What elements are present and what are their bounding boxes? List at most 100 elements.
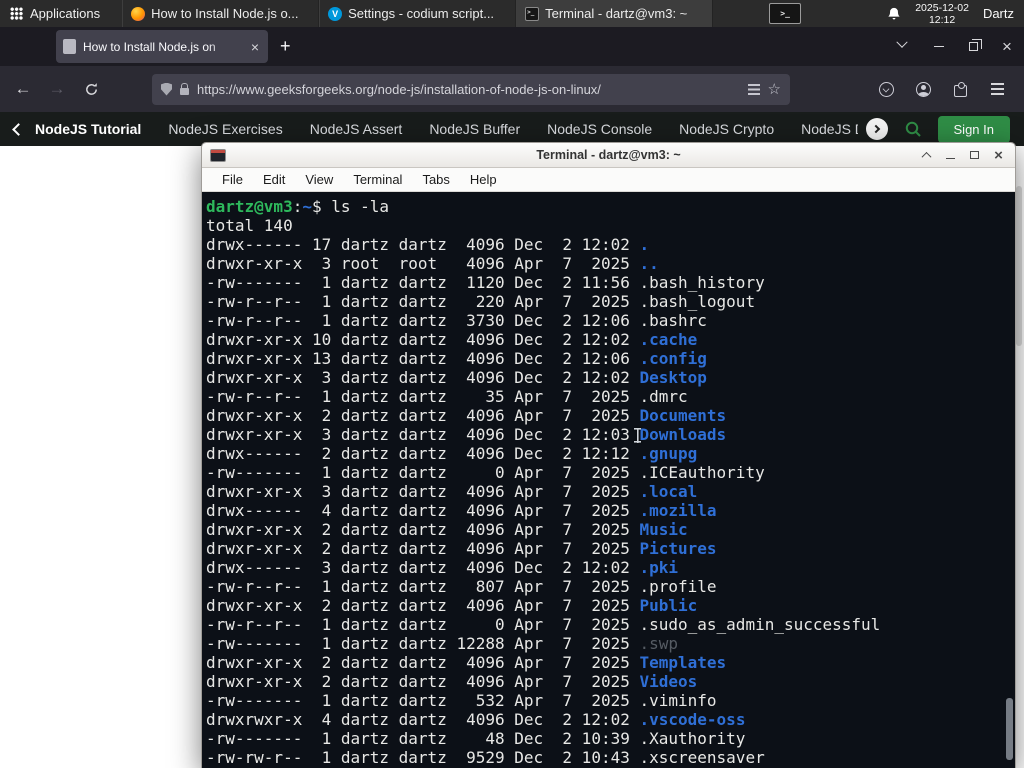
- minimize-button[interactable]: [922, 27, 956, 66]
- panel-window-button-codium[interactable]: V Settings - codium script...: [319, 0, 517, 27]
- codium-icon: V: [328, 6, 343, 21]
- applications-menu[interactable]: Applications: [0, 0, 110, 27]
- menu-button[interactable]: [980, 73, 1014, 105]
- terminal-scrollbar-thumb[interactable]: [1006, 698, 1013, 760]
- terminal-line: total 140: [206, 216, 293, 235]
- terminal-line: dartz@vm3:~$ ls -la: [206, 197, 390, 216]
- terminal-window-controls: ×: [918, 147, 1015, 164]
- terminal-line: drwxr-xr-x 3 dartz dartz 4096 Dec 2 12:0…: [206, 368, 707, 387]
- panel-window-buttons: How to Install Node.js o... V Settings - c…: [122, 0, 714, 27]
- tab-title: How to Install Node.js on: [83, 39, 216, 54]
- terminal-menu-tabs[interactable]: Tabs: [414, 170, 457, 189]
- hamburger-menu-icon: [990, 83, 1004, 95]
- extensions-puzzle-icon: [953, 81, 967, 97]
- notification-bell-button[interactable]: [881, 7, 907, 21]
- minimize-icon: [946, 157, 955, 160]
- site-nav-items: NodeJS Tutorial NodeJS Exercises NodeJS As…: [35, 121, 858, 137]
- terminal-titlebar[interactable]: Terminal - dartz@vm3: ~ ×: [202, 143, 1015, 168]
- new-tab-button[interactable]: +: [268, 36, 303, 57]
- terminal-scrollbar[interactable]: [1005, 194, 1014, 766]
- list-tabs-chevron-icon[interactable]: [896, 36, 908, 48]
- terminal-line: drwxr-xr-x 2 dartz dartz 4096 Apr 7 2025…: [206, 672, 698, 691]
- terminal-output[interactable]: dartz@vm3:~$ ls -la total 140 drwx------ 1…: [202, 192, 1015, 768]
- nav-back-chevron-icon[interactable]: [12, 122, 25, 136]
- site-nav-right: Sign In: [865, 115, 1010, 143]
- reload-icon: [85, 82, 97, 95]
- terminal-minimize-button[interactable]: [942, 147, 959, 164]
- url-text[interactable]: https://www.geeksforgeeks.org/node-js/in…: [197, 82, 740, 97]
- bell-icon: [888, 7, 900, 19]
- panel-username[interactable]: Dartz: [977, 6, 1024, 21]
- terminal-line: -rw------- 1 dartz dartz 48 Dec 2 10:39 …: [206, 729, 746, 748]
- site-nav-item[interactable]: NodeJS Buffer: [429, 121, 520, 137]
- terminal-line: drwx------ 3 dartz dartz 4096 Dec 2 12:0…: [206, 558, 679, 577]
- site-nav-item[interactable]: NodeJS Assert: [310, 121, 403, 137]
- terminal-line: -rw------- 1 dartz dartz 1120 Dec 2 11:5…: [206, 273, 765, 292]
- terminal-line: drwxrwxr-x 4 dartz dartz 4096 Dec 2 12:0…: [206, 710, 746, 729]
- extensions-button[interactable]: [943, 73, 977, 105]
- terminal-menu-help[interactable]: Help: [462, 170, 505, 189]
- reader-mode-icon[interactable]: [747, 83, 760, 95]
- close-button[interactable]: ×: [990, 27, 1024, 66]
- site-nav-item[interactable]: NodeJS Tutorial: [35, 121, 141, 137]
- reload-button[interactable]: [74, 73, 108, 105]
- site-nav-item[interactable]: NodeJS Exercises: [168, 121, 282, 137]
- terminal-icon: [525, 6, 540, 21]
- terminal-menu-file[interactable]: File: [214, 170, 251, 189]
- terminal-line: -rw-r--r-- 1 dartz dartz 35 Apr 7 2025 .…: [206, 387, 688, 406]
- mouse-cursor: [633, 428, 642, 443]
- panel-window-button-firefox[interactable]: How to Install Node.js o...: [122, 0, 320, 27]
- clock-time: 12:12: [928, 13, 956, 26]
- panel-window-button-terminal[interactable]: Terminal - dartz@vm3: ~: [516, 0, 714, 27]
- tab-close-icon[interactable]: ×: [249, 39, 261, 55]
- page-scrollbar-thumb[interactable]: [1016, 186, 1022, 346]
- terminal-menu-edit[interactable]: Edit: [255, 170, 293, 189]
- https-lock-icon[interactable]: [180, 82, 189, 95]
- terminal-glyph: >_: [780, 9, 790, 18]
- browser-tab[interactable]: How to Install Node.js on ×: [56, 30, 268, 63]
- pocket-button[interactable]: [869, 73, 903, 105]
- terminal-line: drwxr-xr-x 2 dartz dartz 4096 Apr 7 2025…: [206, 520, 688, 539]
- applications-grid-icon: [10, 7, 23, 20]
- account-button[interactable]: [906, 73, 940, 105]
- window-controls: ×: [890, 27, 1024, 66]
- site-nav-item[interactable]: NodeJS DNS: [801, 121, 857, 137]
- terminal-line: drwxr-xr-x 13 dartz dartz 4096 Dec 2 12:…: [206, 349, 707, 368]
- terminal-menu-terminal[interactable]: Terminal: [345, 170, 410, 189]
- terminal-close-button[interactable]: ×: [990, 147, 1007, 164]
- search-icon[interactable]: [904, 120, 922, 138]
- terminal-shade-button[interactable]: [918, 147, 935, 164]
- restore-button[interactable]: [956, 27, 990, 66]
- terminal-line: -rw-r--r-- 1 dartz dartz 220 Apr 7 2025 …: [206, 292, 756, 311]
- forward-button[interactable]: →: [40, 73, 74, 105]
- terminal-line: drwx------ 17 dartz dartz 4096 Dec 2 12:…: [206, 235, 650, 254]
- terminal-menu-view[interactable]: View: [297, 170, 341, 189]
- terminal-line: drwxr-xr-x 2 dartz dartz 4096 Apr 7 2025…: [206, 653, 727, 672]
- url-bar[interactable]: https://www.geeksforgeeks.org/node-js/in…: [152, 73, 790, 105]
- tray-terminal-icon[interactable]: >_: [769, 3, 802, 24]
- bookmark-star-icon[interactable]: ☆: [768, 82, 781, 97]
- site-nav-item[interactable]: NodeJS Console: [547, 121, 652, 137]
- terminal-line: drwxr-xr-x 10 dartz dartz 4096 Dec 2 12:…: [206, 330, 698, 349]
- sign-in-button[interactable]: Sign In: [937, 115, 1010, 143]
- terminal-line: -rw------- 1 dartz dartz 0 Apr 7 2025 .I…: [206, 463, 765, 482]
- panel-clock[interactable]: 2025-12-02 12:12: [907, 2, 977, 26]
- terminal-line: -rw------- 1 dartz dartz 12288 Apr 7 202…: [206, 634, 679, 653]
- tracking-protection-shield-icon[interactable]: [161, 82, 172, 96]
- site-nav-item[interactable]: NodeJS Crypto: [679, 121, 774, 137]
- maximize-icon: [970, 151, 979, 159]
- site-nav-bar: NodeJS Tutorial NodeJS Exercises NodeJS As…: [0, 112, 1024, 146]
- tab-favicon: [63, 39, 76, 54]
- chevron-up-icon: [921, 151, 932, 162]
- terminal-window: Terminal - dartz@vm3: ~ × File Edit View Te…: [201, 142, 1016, 768]
- account-icon: [915, 81, 931, 97]
- system-tray: >_: [769, 3, 802, 24]
- terminal-line: drwxr-xr-x 3 dartz dartz 4096 Dec 2 12:0…: [206, 425, 727, 444]
- window-button-label: How to Install Node.js o...: [151, 6, 299, 21]
- desktop: Applications How to Install Node.js o...…: [0, 0, 1024, 768]
- back-button[interactable]: ←: [6, 73, 40, 105]
- terminal-line: drwx------ 4 dartz dartz 4096 Apr 7 2025…: [206, 501, 717, 520]
- nav-next-button[interactable]: [865, 118, 888, 140]
- browser-toolbar: ← → https://www.geeksforgeeks.org/node-j…: [0, 66, 1024, 112]
- terminal-maximize-button[interactable]: [966, 147, 983, 164]
